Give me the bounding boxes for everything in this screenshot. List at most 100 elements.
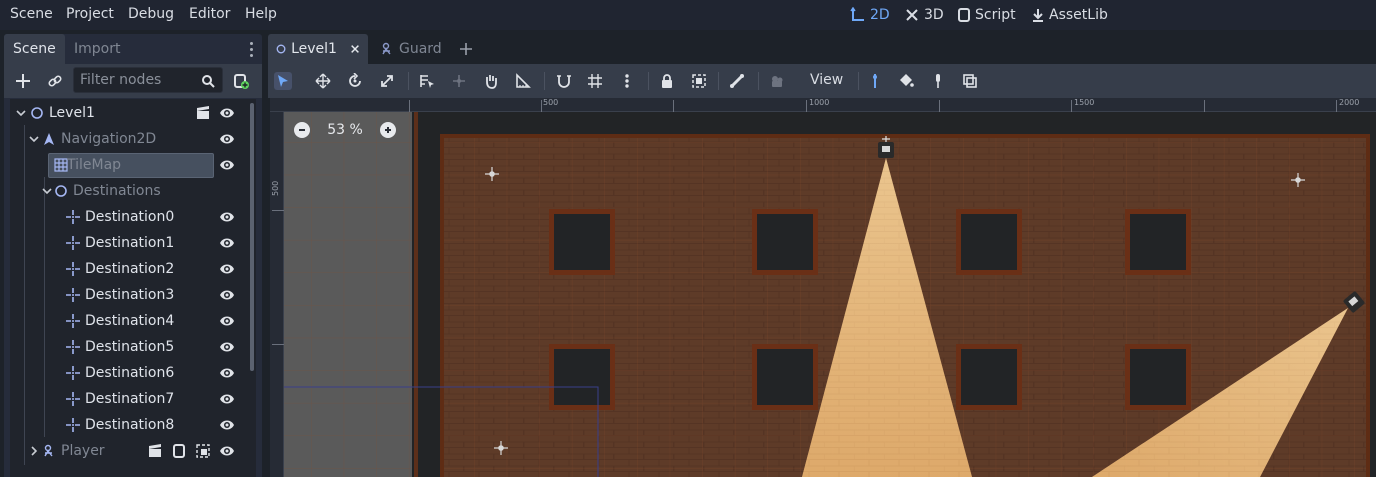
tree-item-navigation2d[interactable]: Navigation2D — [10, 126, 246, 152]
pivot-button[interactable] — [450, 72, 468, 90]
script-icon[interactable] — [171, 443, 187, 459]
duplicate-button[interactable] — [961, 72, 979, 90]
scene-instance-icon[interactable] — [195, 105, 211, 121]
visibility-eye-icon[interactable] — [219, 106, 235, 120]
paint-bucket-button[interactable] — [897, 72, 915, 90]
tree-item-level1[interactable]: Level1 — [10, 100, 246, 126]
tree-item-label: Destination7 — [85, 391, 175, 407]
camera-override-button[interactable] — [768, 72, 786, 90]
zoom-level[interactable]: 53 % — [310, 122, 380, 138]
visibility-eye-icon[interactable] — [219, 444, 235, 458]
tree-item-label: Navigation2D — [61, 131, 157, 147]
workspace-assetlib-label: AssetLib — [1049, 7, 1108, 23]
tree-item-destination3[interactable]: Destination3 — [10, 282, 246, 308]
script-icon — [958, 8, 970, 22]
visibility-eye-icon[interactable] — [219, 262, 235, 276]
zoom-out-button[interactable] — [294, 122, 310, 138]
tree-item-destination0[interactable]: Destination0 — [10, 204, 246, 230]
menu-project[interactable]: Project — [66, 5, 114, 25]
chevron-down-icon[interactable] — [16, 108, 26, 118]
instance-scene-button[interactable] — [46, 72, 64, 90]
ruler-label-1000: 1000 — [809, 98, 830, 107]
tab-level1[interactable]: Level1 — [268, 34, 368, 64]
smart-snap-button[interactable] — [555, 72, 573, 90]
picker-button[interactable] — [929, 72, 947, 90]
scene-instance-icon[interactable] — [147, 443, 163, 459]
move-mode-button[interactable] — [314, 72, 332, 90]
tree-item-player[interactable]: Player — [10, 438, 246, 464]
zoom-in-button[interactable] — [380, 122, 396, 138]
tab-scene[interactable]: Scene — [4, 34, 65, 64]
snap-options-button[interactable] — [618, 72, 636, 90]
workspace-2d-button[interactable]: 2D — [850, 5, 890, 25]
grid-snap-button[interactable] — [586, 72, 604, 90]
position-tool-button[interactable] — [866, 72, 884, 90]
navigation2d-icon — [42, 132, 56, 146]
3d-icon — [906, 9, 918, 21]
position2d-icon — [66, 210, 80, 224]
view-menu[interactable]: View — [810, 72, 843, 88]
chevron-right-icon[interactable] — [29, 446, 39, 456]
node2d-icon — [54, 184, 68, 198]
workspace-assetlib-button[interactable]: AssetLib — [1031, 5, 1108, 25]
pan-mode-button[interactable] — [482, 72, 500, 90]
rotate-mode-button[interactable] — [346, 72, 364, 90]
position2d-icon — [66, 418, 80, 432]
new-tab-button[interactable] — [458, 41, 474, 57]
tree-item-destination4[interactable]: Destination4 — [10, 308, 246, 334]
menu-bar: Scene Project Debug Editor Help 2D 3D Sc… — [0, 0, 1376, 30]
lock-icon — [662, 74, 672, 88]
pointer-icon — [278, 75, 288, 87]
tree-item-label: Destinations — [73, 183, 161, 199]
tree-item-destination7[interactable]: Destination7 — [10, 386, 246, 412]
visibility-eye-icon[interactable] — [219, 392, 235, 406]
tab-guard[interactable]: Guard — [372, 34, 450, 64]
search-icon — [200, 73, 216, 89]
node2d-icon — [30, 106, 44, 120]
tree-item-tilemap[interactable]: TileMap — [10, 152, 246, 178]
tab-import[interactable]: Import — [65, 34, 129, 64]
add-node-button[interactable] — [14, 72, 32, 90]
chevron-down-icon[interactable] — [42, 186, 52, 196]
visibility-eye-icon[interactable] — [219, 340, 235, 354]
tree-item-destination1[interactable]: Destination1 — [10, 230, 246, 256]
visibility-eye-icon[interactable] — [219, 366, 235, 380]
close-icon[interactable] — [350, 43, 360, 55]
group-button[interactable] — [690, 72, 708, 90]
visibility-eye-icon[interactable] — [219, 418, 235, 432]
attach-script-button[interactable] — [232, 72, 250, 90]
scale-mode-button[interactable] — [378, 72, 396, 90]
dock-menu-icon[interactable] — [250, 42, 254, 58]
ruler-label-v500: 500 — [271, 180, 280, 196]
visibility-eye-icon[interactable] — [219, 158, 235, 172]
group-icon[interactable] — [195, 443, 211, 459]
tree-item-destination5[interactable]: Destination5 — [10, 334, 246, 360]
visibility-eye-icon[interactable] — [219, 132, 235, 146]
visibility-eye-icon[interactable] — [219, 288, 235, 302]
visibility-eye-icon[interactable] — [219, 210, 235, 224]
tree-item-destination8[interactable]: Destination8 — [10, 412, 246, 438]
menu-debug[interactable]: Debug — [128, 5, 174, 25]
tree-item-destination6[interactable]: Destination6 — [10, 360, 246, 386]
tree-item-destination2[interactable]: Destination2 — [10, 256, 246, 282]
workspace-3d-button[interactable]: 3D — [904, 5, 944, 25]
ruler-mode-button[interactable] — [514, 72, 532, 90]
skeleton-button[interactable] — [728, 72, 746, 90]
list-select-button[interactable] — [418, 72, 436, 90]
ruler-label-1500: 1500 — [1074, 98, 1095, 107]
tree-item-destinations[interactable]: Destinations — [10, 178, 246, 204]
chevron-down-icon[interactable] — [29, 134, 39, 144]
rotate-icon — [349, 73, 361, 87]
tree-scrollbar[interactable] — [250, 103, 254, 371]
scene-tree: Level1 Navigation2D TileMap Destinations Des… — [10, 99, 256, 477]
lock-button[interactable] — [658, 72, 676, 90]
menu-help[interactable]: Help — [245, 5, 277, 25]
select-mode-button[interactable] — [274, 72, 292, 90]
viewport-canvas[interactable] — [284, 112, 1376, 477]
position2d-icon — [66, 262, 80, 276]
menu-editor[interactable]: Editor — [189, 5, 230, 25]
visibility-eye-icon[interactable] — [219, 236, 235, 250]
workspace-script-button[interactable]: Script — [957, 5, 1016, 25]
visibility-eye-icon[interactable] — [219, 314, 235, 328]
menu-scene[interactable]: Scene — [10, 5, 53, 25]
